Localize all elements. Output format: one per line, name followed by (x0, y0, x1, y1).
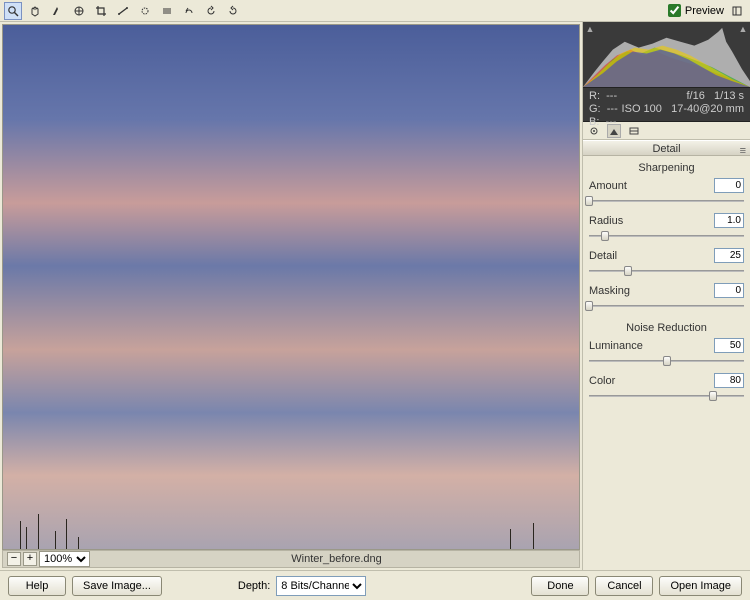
help-button[interactable]: Help (8, 576, 66, 596)
preview-pane: − + 100% Winter_before.dng (0, 22, 582, 570)
footer: Help Save Image... Depth: 8 Bits/Channel… (0, 570, 750, 600)
save-image-button[interactable]: Save Image... (72, 576, 162, 596)
detail-input[interactable] (714, 248, 744, 263)
white-balance-tool[interactable] (48, 2, 66, 20)
zoom-controls: − + 100% (3, 551, 94, 567)
image-canvas[interactable] (2, 24, 580, 550)
rotate-cw-icon[interactable] (224, 2, 242, 20)
amount-label: Amount (589, 180, 627, 192)
sharpening-header: Sharpening (589, 160, 744, 178)
amount-input[interactable] (714, 178, 744, 193)
noise-header: Noise Reduction (589, 320, 744, 338)
toolbar: Preview (0, 0, 750, 22)
amount-slider[interactable] (589, 195, 744, 207)
prefs-tool[interactable] (180, 2, 198, 20)
app-root: Preview − + (0, 0, 750, 600)
luminance-slider[interactable] (589, 355, 744, 367)
zoom-tool[interactable] (4, 2, 22, 20)
preview-checkbox[interactable]: Preview (668, 4, 724, 17)
depth-label: Depth: (238, 580, 270, 592)
param-color: Color (589, 373, 744, 402)
param-detail: Detail (589, 248, 744, 277)
masking-slider[interactable] (589, 300, 744, 312)
filename-label: Winter_before.dng (94, 553, 579, 565)
main-row: − + 100% Winter_before.dng ▲ ▲ (0, 22, 750, 570)
masking-input[interactable] (714, 283, 744, 298)
depth-select[interactable]: 8 Bits/Channel (276, 576, 366, 596)
crop-tool[interactable] (92, 2, 110, 20)
hand-tool[interactable] (26, 2, 44, 20)
panel-body: Sharpening Amount Radius (583, 156, 750, 412)
redeye-tool[interactable] (158, 2, 176, 20)
status-bar: − + 100% Winter_before.dng (2, 550, 580, 568)
detail-label: Detail (589, 250, 617, 262)
cancel-button[interactable]: Cancel (595, 576, 653, 596)
param-luminance: Luminance (589, 338, 744, 367)
zoom-out-button[interactable]: − (7, 552, 21, 566)
preview-checkbox-input[interactable] (668, 4, 681, 17)
straighten-tool[interactable] (114, 2, 132, 20)
radius-label: Radius (589, 215, 623, 227)
param-radius: Radius (589, 213, 744, 242)
detail-slider[interactable] (589, 265, 744, 277)
luminance-label: Luminance (589, 340, 643, 352)
info-readout: R: --- G: --- B: --- f/16 1/13 s ISO 100… (583, 88, 750, 122)
open-image-button[interactable]: Open Image (659, 576, 742, 596)
color-label: Color (589, 375, 615, 387)
color-sampler-tool[interactable] (70, 2, 88, 20)
masking-label: Masking (589, 285, 630, 297)
tab-hsl-icon[interactable] (627, 124, 641, 138)
param-amount: Amount (589, 178, 744, 207)
rotate-ccw-icon[interactable] (202, 2, 220, 20)
zoom-in-button[interactable]: + (23, 552, 37, 566)
histogram[interactable]: ▲ ▲ (583, 22, 750, 88)
panel-title-text: Detail (652, 143, 680, 155)
param-masking: Masking (589, 283, 744, 312)
luminance-input[interactable] (714, 338, 744, 353)
tab-basic-icon[interactable] (587, 124, 601, 138)
zoom-select[interactable]: 100% (39, 551, 90, 567)
side-panel: ▲ ▲ R: --- G: --- B: --- f/16 1/1 (582, 22, 750, 570)
done-button[interactable]: Done (531, 576, 589, 596)
radius-slider[interactable] (589, 230, 744, 242)
color-slider[interactable] (589, 390, 744, 402)
preview-label: Preview (685, 5, 724, 17)
color-input[interactable] (714, 373, 744, 388)
panel-tabs (583, 122, 750, 140)
panel-menu-icon[interactable]: ≡ (740, 143, 746, 159)
fullscreen-toggle-icon[interactable] (728, 2, 746, 20)
retouch-tool[interactable] (136, 2, 154, 20)
panel-title-bar: Detail ≡ (583, 140, 750, 156)
tree-silhouettes (3, 509, 579, 549)
tab-detail-icon[interactable] (607, 124, 621, 138)
radius-input[interactable] (714, 213, 744, 228)
